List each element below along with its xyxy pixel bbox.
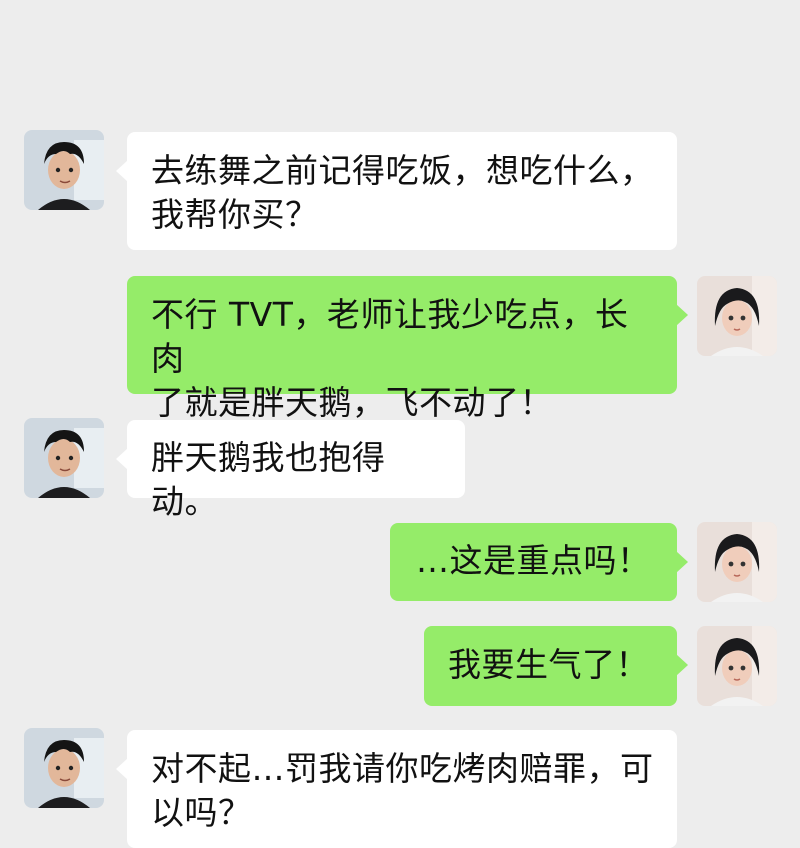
- message-text-3: 胖天鹅我也抱得动。: [151, 438, 386, 521]
- chat-area: 去练舞之前记得吃饭，想吃什么， 我帮你买？ 不行 TVT，老师让我少吃点，长肉 …: [0, 0, 800, 848]
- message-text-6-line-2: 以吗？: [151, 793, 252, 832]
- boy-avatar-icon[interactable]: [24, 728, 104, 808]
- message-text-1-line-1: 去练舞之前记得吃饭，想吃什么，: [151, 151, 654, 190]
- message-text-6-line-1: 对不起…罚我请你吃烤肉赔罪，可: [151, 749, 654, 788]
- girl-avatar-icon[interactable]: [697, 522, 777, 602]
- boy-avatar-icon[interactable]: [24, 130, 104, 210]
- message-text-2-line-2: 了就是胖天鹅，飞不动了！: [151, 383, 553, 422]
- message-bubble-6[interactable]: 对不起…罚我请你吃烤肉赔罪，可 以吗？: [116, 730, 677, 848]
- message-bubble-3[interactable]: 胖天鹅我也抱得动。: [116, 420, 465, 521]
- message-text-2-line-1: 不行 TVT，老师让我少吃点，长肉: [151, 295, 629, 378]
- girl-avatar-icon[interactable]: [697, 626, 777, 706]
- girl-avatar-icon[interactable]: [697, 276, 777, 356]
- message-bubble-1[interactable]: 去练舞之前记得吃饭，想吃什么， 我帮你买？: [116, 132, 677, 250]
- message-text-1-line-2: 我帮你买？: [151, 195, 319, 234]
- message-bubble-2[interactable]: 不行 TVT，老师让我少吃点，长肉 了就是胖天鹅，飞不动了！: [127, 276, 688, 422]
- message-bubble-4[interactable]: …这是重点吗！: [390, 523, 688, 601]
- boy-avatar-icon[interactable]: [24, 418, 104, 498]
- message-text-5: 我要生气了！: [448, 645, 649, 684]
- message-bubble-5[interactable]: 我要生气了！: [424, 626, 688, 706]
- message-text-4: …这是重点吗！: [416, 541, 651, 580]
